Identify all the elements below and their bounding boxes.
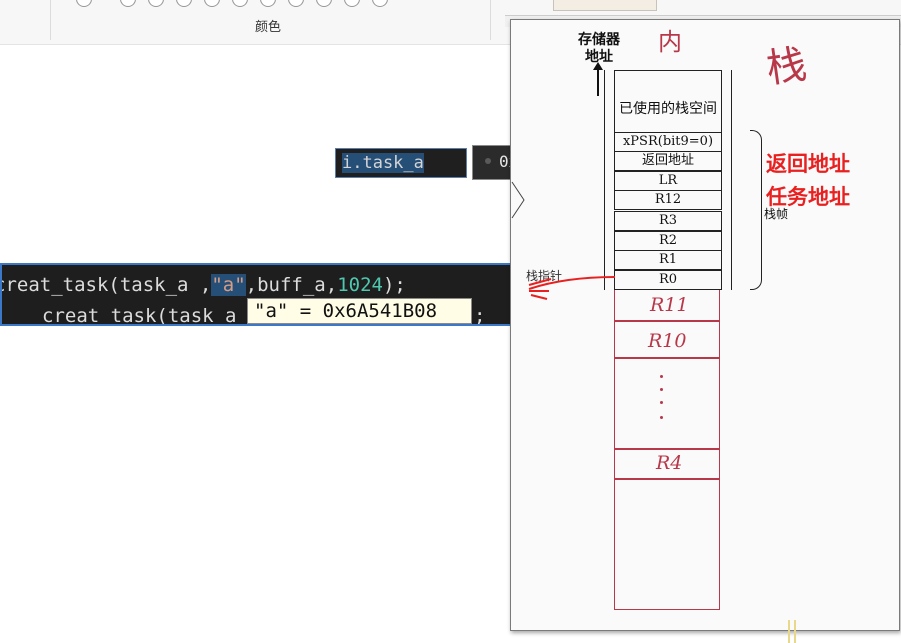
frame-row: LR — [614, 171, 722, 191]
stack-frame-bracket — [750, 130, 762, 290]
code-token: ; — [474, 305, 486, 326]
code-token: ,buff_a, — [245, 274, 338, 296]
string-literal: "a" — [211, 274, 246, 296]
handwritten-register: R11 — [650, 294, 689, 316]
frame-row: 返回地址 — [614, 151, 722, 171]
color-swatch[interactable] — [76, 0, 92, 7]
number-literal: 1024 — [337, 274, 383, 296]
variable-hover-tooltip: "a" = 0x6A541B08 — [247, 298, 472, 324]
handwritten-stack-note: 栈 — [763, 41, 810, 93]
color-swatch[interactable] — [372, 0, 388, 7]
frame-row: R1 — [614, 250, 722, 270]
color-swatch[interactable] — [260, 0, 276, 7]
color-swatch[interactable] — [344, 0, 360, 7]
frame-row: R12 — [614, 190, 722, 210]
watch-expression-text: i.task_a — [342, 153, 424, 173]
ellipsis-dot — [660, 401, 663, 404]
frame-row: xPSR(bit9=0) — [614, 132, 722, 152]
ellipsis-dot — [660, 388, 663, 391]
color-swatch[interactable] — [232, 0, 248, 7]
ellipsis-dot — [660, 375, 663, 378]
used-stack-region: 已使用的栈空间 — [614, 70, 722, 132]
pen-stroke-arrow — [528, 276, 616, 300]
color-swatch[interactable] — [204, 0, 220, 7]
code-token: ); — [382, 274, 406, 296]
color-group-label: 颜色 — [255, 20, 282, 35]
frame-row: R0 — [614, 270, 722, 290]
code-line: creat_task(task_a ,"a",buff_a,1024); — [0, 274, 406, 300]
tab-peek[interactable] — [553, 0, 657, 11]
handdrawn-divider — [614, 320, 720, 322]
color-swatch[interactable] — [316, 0, 332, 7]
frame-row: R3 — [614, 211, 722, 231]
expand-dot-icon — [485, 158, 491, 164]
window-edge-marker — [788, 620, 796, 643]
address-label-line: 存储器 — [578, 32, 620, 48]
color-swatch[interactable] — [176, 0, 192, 7]
ribbon-divider — [50, 0, 51, 40]
memory-address-label: 存储器 地址 — [576, 32, 622, 66]
stack-wall — [731, 70, 732, 290]
color-swatch[interactable] — [148, 0, 164, 7]
color-swatch[interactable] — [288, 0, 304, 7]
partial-arrow-shape — [511, 181, 525, 219]
handdrawn-divider — [614, 448, 720, 450]
code-token: creat_task(task_a , — [0, 274, 212, 296]
ribbon-divider — [490, 0, 491, 40]
handdrawn-divider — [614, 478, 720, 480]
color-swatch[interactable] — [120, 0, 136, 7]
handwritten-register: R10 — [648, 330, 687, 352]
task-address-annotation: 任务地址 — [766, 185, 850, 209]
watch-expression[interactable]: i.task_a — [335, 148, 467, 178]
ellipsis-dot — [660, 416, 663, 419]
code-token: creat_task(task_a — [42, 305, 237, 326]
frame-row: R2 — [614, 231, 722, 251]
handwritten-note: 内 — [658, 28, 682, 56]
handwritten-register: R4 — [656, 452, 683, 474]
return-address-annotation: 返回地址 — [766, 152, 850, 176]
handdrawn-divider — [614, 357, 720, 359]
code-line-end: ; — [474, 305, 486, 326]
arrow-up-icon — [593, 62, 603, 96]
code-line: creat_task(task_a — [42, 305, 237, 326]
